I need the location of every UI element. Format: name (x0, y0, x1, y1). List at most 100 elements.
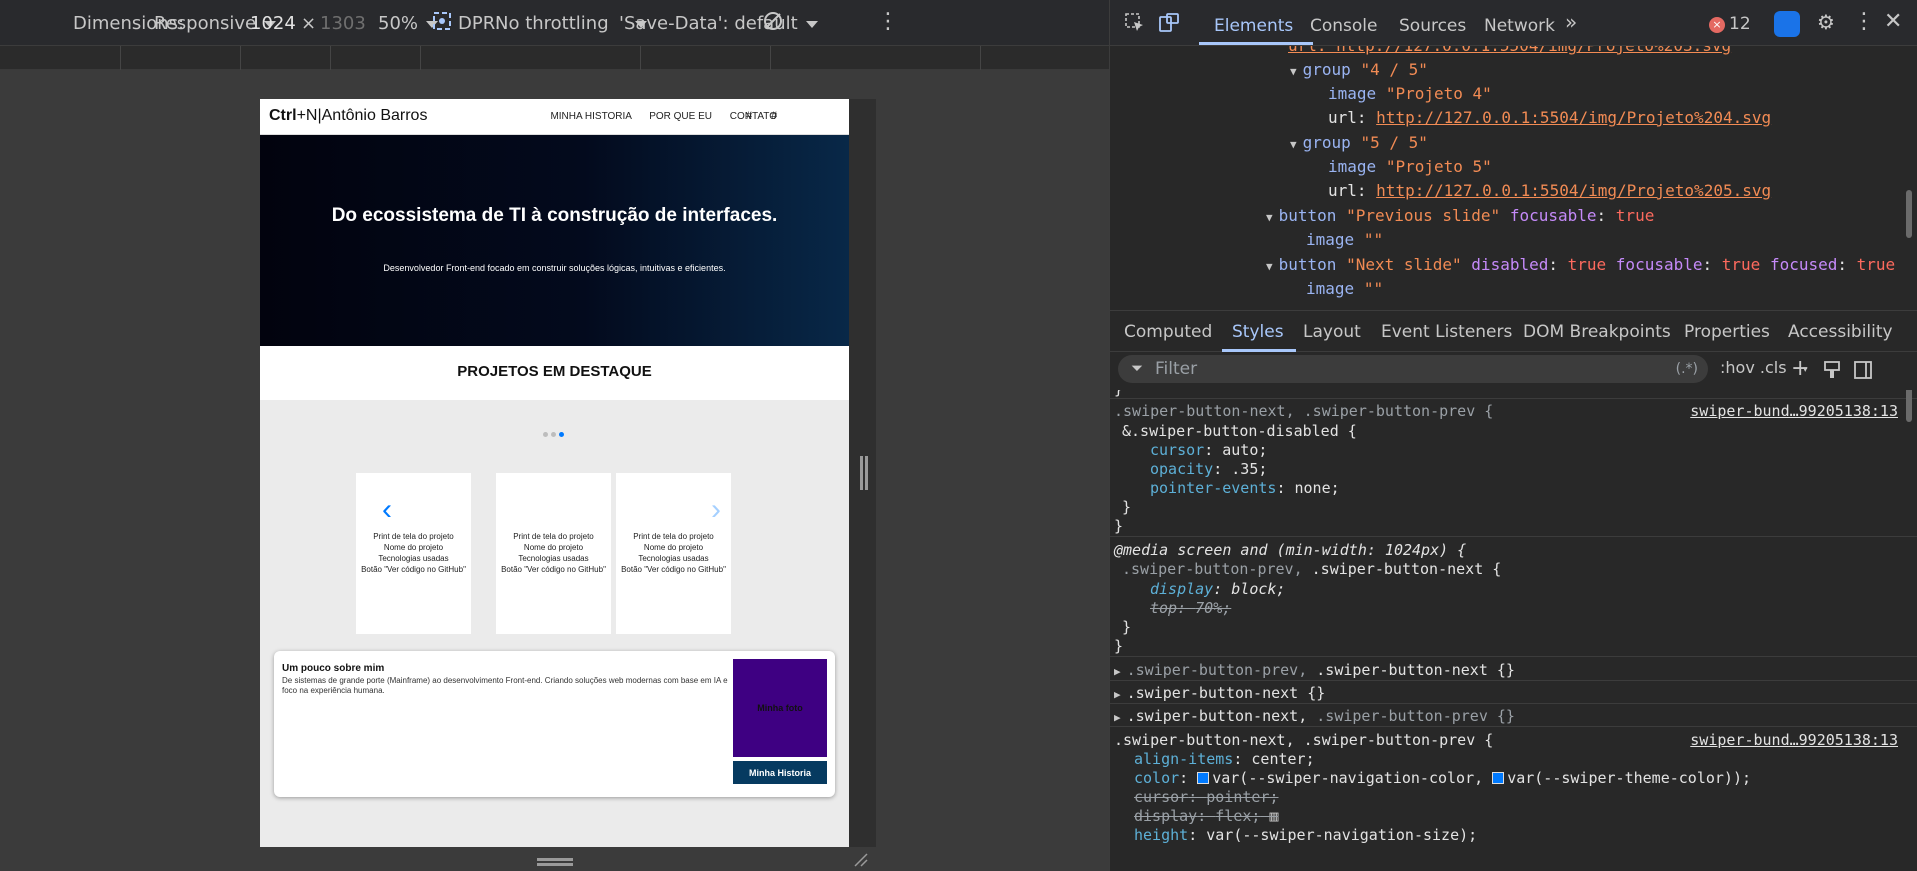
color-swatch[interactable] (1197, 772, 1210, 784)
ax-image-node[interactable]: image "Projeto 5" (1328, 157, 1492, 176)
expand-triangle-icon[interactable]: ▼ (1290, 65, 1297, 78)
ax-image-node[interactable]: image "Projeto 4" (1328, 84, 1492, 103)
css-selector[interactable]: .swiper-button-next, .swiper-button-prev… (1114, 731, 1493, 749)
viewport-resize-handle-bottom[interactable] (537, 858, 573, 861)
tab-elements[interactable]: Elements (1214, 16, 1293, 36)
width-input[interactable]: 1024 (250, 13, 296, 34)
ax-group-node[interactable]: ▼ group "4 / 5" (1290, 60, 1428, 79)
styles-filterbar: ⏷ Filter (.*) :hov .cls + ▾ (1118, 352, 1908, 388)
css-source-link[interactable]: swiper-bund…99205138:13 (1690, 402, 1898, 420)
css-property[interactable]: pointer-events: none; (1150, 479, 1340, 497)
nav-link-por-que-eu[interactable]: POR QUE EU (649, 111, 712, 122)
about-card: Um pouco sobre mim De sistemas de grande… (274, 651, 835, 797)
subtab-event-listeners[interactable]: Event Listeners (1381, 322, 1512, 342)
dpr-icon (432, 11, 452, 36)
projects-header: PROJETOS EM DESTAQUE (260, 346, 849, 400)
tree-scrollbar[interactable] (1906, 190, 1912, 238)
ax-image-node[interactable]: image "" (1306, 279, 1383, 298)
filter-icon: ⏷ (1131, 359, 1144, 377)
nav-link-contato[interactable]: CONTATO (730, 111, 777, 122)
subtab-layout[interactable]: Layout (1303, 322, 1361, 342)
pagination-dot-active[interactable] (559, 432, 564, 437)
tab-sources[interactable]: Sources (1399, 16, 1466, 36)
css-collapsed-rule[interactable]: ▶ .swiper-button-prev, .swiper-button-nex… (1114, 661, 1515, 679)
css-property[interactable]: cursor: auto; (1150, 441, 1267, 459)
styles-filter-input[interactable]: ⏷ Filter (.*) (1118, 355, 1708, 383)
flex-editor-icon[interactable]: ▥ (1269, 807, 1278, 825)
more-tabs-icon[interactable]: » (1565, 12, 1577, 32)
color-swatch[interactable] (1492, 772, 1505, 784)
ax-group-node[interactable]: ▼ group "5 / 5" (1290, 133, 1428, 152)
ax-url-line: url: http://127.0.0.1:5504/img/Projeto%2… (1328, 108, 1772, 127)
subtab-styles[interactable]: Styles (1232, 322, 1284, 342)
css-collapsed-rule[interactable]: ▶ .swiper-button-next, .swiper-button-pre… (1114, 707, 1515, 725)
subtab-accessibility[interactable]: Accessibility (1788, 322, 1893, 342)
expand-triangle-icon[interactable]: ▼ (1266, 211, 1273, 224)
ax-button-node[interactable]: ▼ button "Next slide" disabled: true focu… (1266, 255, 1895, 274)
tab-network[interactable]: Network (1484, 16, 1555, 36)
hero-section: Do ecossistema de TI à construção de int… (260, 135, 849, 346)
regex-toggle[interactable]: (.*) (1676, 361, 1698, 377)
site-logo[interactable]: Ctrl+N|Antônio Barros (269, 107, 427, 125)
css-property[interactable]: color: var(--swiper-navigation-color, va… (1134, 769, 1751, 787)
swiper-next-icon[interactable]: › (711, 495, 721, 525)
chevron-down-icon (805, 20, 818, 28)
hover-state-toggle[interactable]: :hov .cls (1720, 358, 1787, 377)
swiper-prev-icon[interactable]: ‹ (382, 495, 392, 525)
rotate-icon[interactable] (762, 10, 784, 37)
accessibility-tree: url: http://127.0.0.1:5504/img/Projeto%2… (1110, 46, 1917, 310)
site-nav-links: MINHA HISTORIA POR QUE EU CONTATO (535, 111, 777, 122)
minha-historia-button[interactable]: Minha Historia (733, 761, 827, 784)
css-collapsed-rule[interactable]: ▶ .swiper-button-next {} (1114, 684, 1325, 702)
subtab-dom-breakpoints[interactable]: DOM Breakpoints (1523, 322, 1671, 342)
expand-triangle-icon[interactable]: ▼ (1290, 138, 1297, 151)
ai-assistance-icon[interactable] (1774, 11, 1800, 37)
ax-image-node[interactable]: image "" (1306, 230, 1383, 249)
subtab-computed[interactable]: Computed (1124, 322, 1212, 342)
pagination-dot[interactable] (543, 432, 548, 437)
more-options-icon[interactable]: ⋮ (877, 9, 899, 34)
class-toggle[interactable]: .cls (1760, 358, 1787, 377)
error-count-badge[interactable]: × 12 (1709, 14, 1751, 34)
css-selector[interactable]: .swiper-button-prev, .swiper-button-next… (1122, 560, 1501, 578)
expand-triangle-icon[interactable]: ▶ (1114, 665, 1121, 678)
nav-link-minha-historia[interactable]: MINHA HISTORIA (550, 111, 631, 122)
close-icon[interactable]: ✕ (1884, 11, 1902, 33)
css-property-overridden[interactable]: cursor: pointer; (1134, 788, 1279, 806)
save-data-select[interactable]: 'Save-Data': default (619, 13, 818, 34)
device-viewport: Ctrl+N|Antônio Barros MINHA HISTORIA POR… (0, 70, 1109, 871)
css-source-link[interactable]: swiper-bund…99205138:13 (1690, 731, 1898, 749)
css-property[interactable]: opacity: .35; (1150, 460, 1267, 478)
css-property[interactable]: align-items: center; (1134, 750, 1315, 768)
height-input[interactable]: 1303 (320, 13, 366, 34)
expand-triangle-icon[interactable]: ▼ (1266, 260, 1273, 273)
viewport-resize-handle-right[interactable] (849, 99, 876, 847)
css-property[interactable]: display: block; (1150, 580, 1285, 598)
zoom-select[interactable]: 50% (378, 13, 439, 34)
resize-corner-icon[interactable] (853, 852, 869, 868)
more-options-icon[interactable]: ⋮ (1853, 11, 1875, 33)
ax-button-node[interactable]: ▼ button "Previous slide" focusable: true (1266, 206, 1654, 225)
error-icon: × (1709, 17, 1725, 33)
subtab-properties[interactable]: Properties (1684, 322, 1770, 342)
chevron-down-icon[interactable]: ▾ (1803, 366, 1808, 375)
paint-brush-icon[interactable] (1823, 360, 1841, 380)
css-property-overridden[interactable]: display: flex; ▥ (1134, 807, 1279, 825)
css-property[interactable]: height: var(--swiper-navigation-size); (1134, 826, 1477, 844)
css-nested-selector[interactable]: &.swiper-button-disabled { (1122, 422, 1357, 440)
css-property-overridden[interactable]: top: 70%; (1150, 599, 1231, 617)
toggle-sidebar-icon[interactable] (1853, 360, 1873, 380)
nav-link-hash[interactable]: # (771, 110, 777, 122)
expand-triangle-icon[interactable]: ▶ (1114, 711, 1121, 724)
styles-pane: } .swiper-button-next, .swiper-button-pr… (1110, 390, 1917, 871)
nav-link-hash[interactable]: # (746, 110, 752, 122)
inspect-element-icon[interactable] (1124, 12, 1146, 34)
device-toolbar-icon[interactable] (1158, 12, 1180, 34)
styles-scrollbar[interactable] (1906, 390, 1912, 422)
tab-console[interactable]: Console (1310, 16, 1378, 36)
expand-triangle-icon[interactable]: ▶ (1114, 688, 1121, 701)
pagination-dot[interactable] (551, 432, 556, 437)
gear-icon[interactable]: ⚙ (1817, 12, 1835, 32)
hero-subtitle: Desenvolvedor Front-end focado em constr… (383, 263, 726, 273)
css-selector[interactable]: .swiper-button-next, .swiper-button-prev… (1114, 402, 1493, 420)
